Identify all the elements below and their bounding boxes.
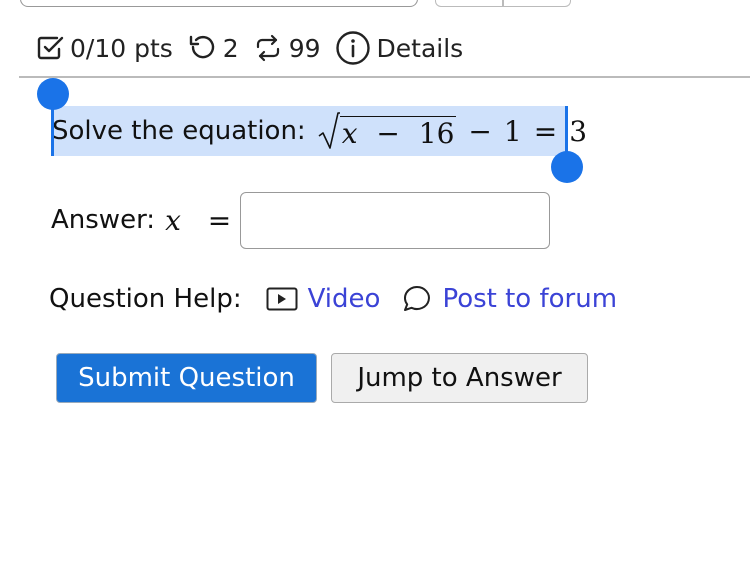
jump-to-answer-button[interactable]: Jump to Answer: [331, 353, 588, 403]
submit-question-button[interactable]: Submit Question: [56, 353, 317, 403]
question-text: Solve the equation: x − 16 − 1 = 3: [52, 108, 587, 154]
speech-bubble-icon: [402, 284, 432, 314]
question-status-bar: 0/10 pts 2 99 Details: [36, 30, 463, 66]
video-link[interactable]: Video: [266, 284, 381, 314]
equation-result: 3: [569, 114, 588, 148]
equation-subtrahend: 1: [503, 114, 522, 148]
attempts-repeat-icon: [253, 33, 283, 63]
question-prompt: Solve the equation:: [52, 116, 306, 146]
status-divider: [19, 76, 750, 78]
retry-icon: [187, 33, 217, 63]
question-equation: x − 16 − 1 = 3: [318, 112, 587, 150]
selection-start-handle[interactable]: [37, 78, 69, 110]
radicand-number: 16: [418, 117, 455, 150]
answer-input[interactable]: [240, 192, 550, 249]
answer-label-text: Answer:: [51, 205, 156, 235]
post-to-forum-label: Post to forum: [442, 284, 618, 314]
square-root: x − 16: [318, 112, 457, 150]
checkbox-check-icon: [36, 34, 64, 62]
selection-end-handle[interactable]: [551, 151, 583, 183]
top-clipped-button-group[interactable]: [435, 0, 571, 7]
answer-variable: x: [165, 203, 181, 237]
selection-start-caret: [51, 106, 54, 156]
radicand-variable: x: [341, 117, 358, 150]
equation-equals: =: [533, 114, 558, 148]
details-link[interactable]: Details: [377, 34, 464, 63]
radicand-operator: −: [376, 117, 400, 150]
score-text: 0/10 pts: [70, 33, 173, 63]
retries-count: 2: [222, 33, 239, 63]
post-to-forum-link[interactable]: Post to forum: [402, 284, 617, 314]
answer-label: Answer: x =: [51, 200, 231, 240]
equation-operator: −: [468, 114, 492, 148]
attempts-count: 99: [288, 33, 321, 63]
video-link-label: Video: [307, 284, 381, 314]
answer-math: x =: [165, 204, 231, 237]
answer-equals: =: [207, 203, 232, 237]
question-help-row: Question Help: Video Post to forum: [49, 280, 617, 318]
button-group-separator: [502, 0, 504, 6]
info-icon[interactable]: [335, 30, 371, 66]
radical-sign-icon: [318, 112, 340, 149]
top-clipped-field[interactable]: [20, 0, 418, 7]
question-help-label: Question Help:: [49, 284, 242, 314]
video-icon: [266, 287, 298, 311]
